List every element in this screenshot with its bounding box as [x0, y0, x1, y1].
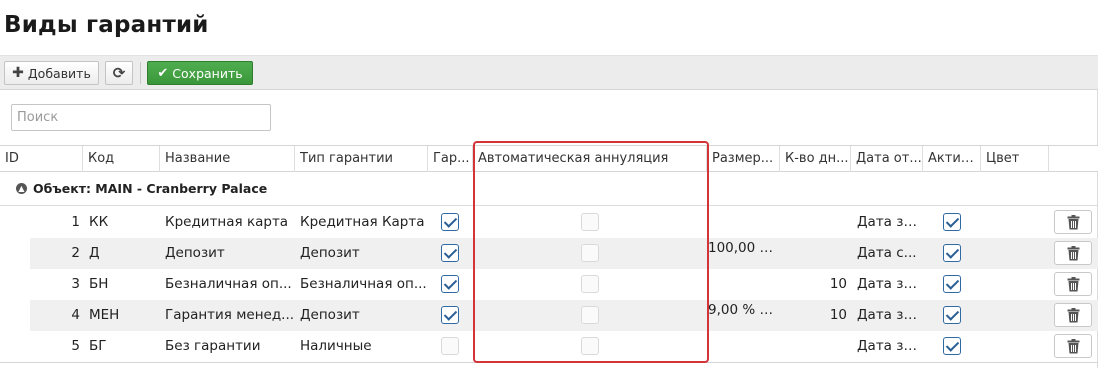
toolbar-divider — [140, 62, 141, 84]
row-type: Депозит — [300, 307, 360, 323]
trash-icon — [1067, 214, 1079, 229]
row-id: 2 — [71, 245, 80, 261]
guaranteed-checkbox[interactable] — [441, 337, 459, 355]
delete-button[interactable] — [1054, 303, 1092, 327]
column-header-size[interactable]: Размер... — [707, 146, 780, 172]
column-header-color[interactable]: Цвет — [981, 146, 1049, 172]
save-button-label: Сохранить — [172, 65, 243, 81]
row-code: БГ — [89, 338, 107, 354]
column-header-auto-cancel[interactable]: Автоматическая аннуляция — [473, 146, 707, 172]
group-row[interactable]: ▲ Объект: MAIN - Cranberry Palace — [0, 172, 1098, 206]
row-name: Безналичная оп... — [165, 276, 292, 292]
row-name: Депозит — [165, 245, 225, 261]
row-id: 4 — [71, 307, 80, 323]
row-size: 9,00 % от п — [708, 302, 780, 318]
table-header: ID Код Название Тип гарантии Гар... Авто… — [0, 145, 1098, 172]
delete-button[interactable] — [1054, 334, 1092, 358]
delete-button[interactable] — [1054, 272, 1092, 296]
collapse-icon[interactable]: ▲ — [16, 183, 27, 194]
auto-cancel-checkbox[interactable] — [581, 337, 599, 355]
row-date-from: Дата с... — [857, 245, 917, 261]
row-type: Наличные — [300, 338, 372, 354]
column-header-guaranteed[interactable]: Гар... — [428, 146, 473, 172]
page-title: Виды гарантий — [4, 12, 209, 38]
active-checkbox[interactable] — [943, 337, 961, 355]
delete-button[interactable] — [1054, 241, 1092, 265]
row-size — [708, 269, 780, 300]
row-date-from: Дата за... — [857, 307, 923, 323]
column-header-id[interactable]: ID — [0, 146, 83, 172]
save-button[interactable]: ✔ Сохранить — [147, 61, 253, 85]
table-row[interactable]: 2 Д Депозит Депозит 100,00 % о Дата с... — [30, 238, 1098, 269]
plus-icon: ✚ — [12, 65, 24, 81]
column-header-date-from[interactable]: Дата от... — [851, 146, 923, 172]
row-type: Кредитная Карта — [300, 214, 425, 230]
add-button-label: Добавить — [27, 65, 91, 81]
trash-icon — [1067, 338, 1079, 353]
active-checkbox[interactable] — [943, 306, 961, 324]
guaranteed-checkbox[interactable] — [441, 275, 459, 293]
table-row[interactable]: 3 БН Безналичная оп... Безналичная оп...… — [30, 269, 1098, 300]
toolbar: ✚ Добавить ⟳ ✔ Сохранить — [0, 55, 1098, 90]
guarantee-grid: ID Код Название Тип гарантии Гар... Авто… — [0, 90, 1098, 368]
delete-button[interactable] — [1054, 210, 1092, 234]
row-days: 10 — [829, 276, 847, 292]
row-code: КК — [89, 214, 109, 230]
add-button[interactable]: ✚ Добавить — [4, 61, 99, 85]
row-date-from: Дата за... — [857, 214, 923, 230]
trash-icon — [1067, 276, 1079, 291]
auto-cancel-checkbox[interactable] — [581, 213, 599, 231]
row-days — [781, 207, 847, 238]
row-id: 5 — [71, 338, 80, 354]
active-checkbox[interactable] — [943, 244, 961, 262]
refresh-button[interactable]: ⟳ — [105, 61, 133, 85]
guaranteed-checkbox[interactable] — [441, 306, 459, 324]
column-header-active[interactable]: Актив... — [923, 146, 981, 172]
auto-cancel-checkbox[interactable] — [581, 244, 599, 262]
row-code: Д — [89, 245, 100, 261]
auto-cancel-checkbox[interactable] — [581, 275, 599, 293]
row-days — [781, 238, 847, 269]
row-days — [781, 331, 847, 362]
guaranteed-checkbox[interactable] — [441, 244, 459, 262]
row-date-from: Дата за... — [857, 276, 923, 292]
group-label: Объект: MAIN - Cranberry Palace — [33, 181, 268, 196]
row-type: Депозит — [300, 245, 360, 261]
auto-cancel-checkbox[interactable] — [581, 306, 599, 324]
column-header-days[interactable]: К-во дн... — [780, 146, 851, 172]
row-type: Безналичная оп... — [300, 276, 427, 292]
row-id: 1 — [71, 214, 80, 230]
table-row[interactable]: 1 КК Кредитная карта Кредитная Карта Дат… — [30, 207, 1098, 238]
column-header-code[interactable]: Код — [83, 146, 160, 172]
table-row[interactable]: 4 МЕН Гарантия менед... Депозит 9,00 % о… — [30, 300, 1098, 331]
row-code: МЕН — [89, 307, 120, 323]
table-bottom-border — [0, 362, 1098, 363]
search-input[interactable] — [11, 104, 271, 131]
row-name: Гарантия менед... — [165, 307, 295, 323]
row-size — [708, 207, 780, 238]
column-header-type[interactable]: Тип гарантии — [295, 146, 428, 172]
trash-icon — [1067, 307, 1079, 322]
row-name: Без гарантии — [165, 338, 261, 354]
table-row[interactable]: 5 БГ Без гарантии Наличные Дата за... — [30, 331, 1098, 362]
row-code: БН — [89, 276, 109, 292]
guaranteed-checkbox[interactable] — [441, 213, 459, 231]
row-days: 10 — [829, 307, 847, 323]
row-date-from: Дата за... — [857, 338, 923, 354]
row-id: 3 — [71, 276, 80, 292]
row-name: Кредитная карта — [165, 214, 289, 230]
check-icon: ✔ — [157, 65, 169, 81]
row-size — [708, 331, 780, 362]
trash-icon — [1067, 245, 1079, 260]
column-header-name[interactable]: Название — [160, 146, 295, 172]
active-checkbox[interactable] — [943, 213, 961, 231]
row-size: 100,00 % о — [708, 240, 780, 256]
active-checkbox[interactable] — [943, 275, 961, 293]
refresh-icon: ⟳ — [112, 63, 126, 82]
